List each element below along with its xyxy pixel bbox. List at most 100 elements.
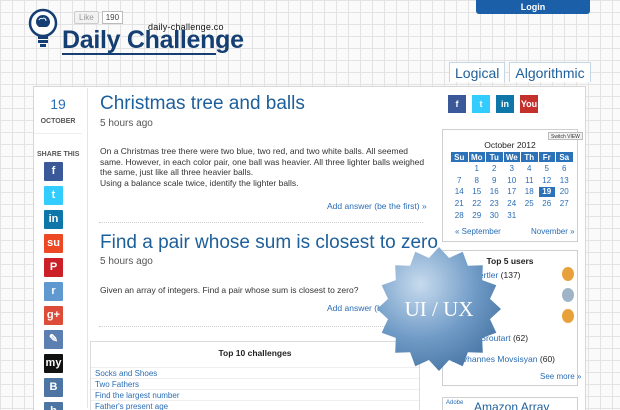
user-score: (137) [500, 270, 521, 280]
post-title-christmas[interactable]: Christmas tree and balls [100, 93, 305, 115]
calendar-day[interactable]: 10 [502, 173, 521, 187]
like-button[interactable]: Like [74, 11, 99, 24]
tab-logical[interactable]: Logical [449, 62, 506, 82]
calendar-title: October 2012 [484, 140, 536, 150]
date-badge: 19 OCTOBER [34, 88, 82, 134]
calendar-day[interactable]: 1 [467, 162, 486, 175]
post-time: 5 hours ago [100, 256, 153, 267]
post-body: On a Christmas tree there were two blue,… [100, 146, 425, 188]
tab-algorithmic[interactable]: Algorithmic [509, 62, 591, 82]
calendar-day[interactable]: 5 [537, 162, 556, 175]
calendar-day[interactable]: 22 [467, 197, 486, 211]
like-count: 190 [101, 11, 124, 24]
badge-text: UI / UX [405, 297, 474, 321]
medal-icon [562, 288, 574, 302]
challenge-link[interactable]: Father's present age [91, 400, 419, 410]
calendar-day[interactable]: 24 [502, 197, 521, 211]
calendar-day[interactable]: 31 [502, 209, 521, 222]
calendar-prev-month[interactable]: « September [455, 227, 501, 236]
weekday-header: Tu [485, 151, 504, 163]
medal-icon [562, 309, 574, 323]
add-answer-link[interactable]: Add answer (be the first) » [327, 201, 427, 211]
calendar-day[interactable]: 3 [502, 162, 521, 175]
calendar-day[interactable]: 17 [502, 185, 521, 199]
linkedin-icon[interactable]: in [44, 210, 63, 229]
linkedin-icon[interactable]: in [496, 95, 514, 113]
calendar-day[interactable]: 21 [450, 197, 469, 211]
ui-ux-badge: UI / UX [377, 247, 501, 371]
top-10-challenges: Top 10 challenges Socks and Shoes Two Fa… [90, 341, 420, 410]
weekday-header: We [502, 151, 521, 163]
challenge-link[interactable]: Find the largest number [91, 389, 419, 400]
site-title[interactable]: Daily Challenge [62, 26, 244, 55]
blogger-icon[interactable]: b [44, 402, 63, 410]
calendar-next-month[interactable]: November » [531, 227, 575, 236]
switch-view-button[interactable]: Switch VIEW [548, 132, 583, 140]
calendar-day[interactable]: 15 [467, 185, 486, 199]
column-divider [87, 88, 88, 408]
calendar-day[interactable]: 9 [485, 173, 504, 187]
top-10-title: Top 10 challenges [218, 348, 292, 358]
weekday-header: Sa [555, 151, 574, 163]
calendar-day[interactable]: 13 [555, 173, 574, 187]
twitter-icon[interactable]: t [44, 186, 63, 205]
stumbleupon-icon[interactable]: su [44, 234, 63, 253]
pinterest-icon[interactable]: P [44, 258, 63, 277]
post-time: 5 hours ago [100, 118, 153, 129]
amazon-label: Adobe [446, 400, 464, 406]
twitter-icon[interactable]: t [472, 95, 490, 113]
challenge-link[interactable]: Socks and Shoes [91, 367, 419, 378]
weekday-header: Su [450, 151, 469, 163]
vkontakte-icon[interactable]: B [44, 378, 63, 397]
lightbulb-brain-logo-icon [28, 8, 58, 47]
calendar-day[interactable]: 25 [520, 197, 539, 211]
calendar-day[interactable]: 23 [485, 197, 504, 211]
category-tabs: Logical Algorithmic [449, 62, 591, 82]
calendar-day[interactable]: 27 [555, 197, 574, 211]
facebook-like-widget[interactable]: Like 190 [74, 11, 124, 24]
calendar-day[interactable]: 16 [485, 185, 504, 199]
title-underline [62, 53, 216, 55]
calendar-day[interactable]: 20 [555, 185, 574, 199]
post-divider [99, 326, 423, 327]
calendar-day[interactable]: 26 [537, 197, 556, 211]
calendar-day[interactable]: 11 [520, 173, 539, 187]
calendar-day[interactable]: 6 [555, 162, 574, 175]
facebook-icon[interactable]: f [44, 162, 63, 181]
calendar-day [537, 209, 556, 222]
reddit-icon[interactable]: r [44, 282, 63, 301]
medal-icon [562, 267, 574, 281]
facebook-icon[interactable]: f [448, 95, 466, 113]
date-day: 19 [50, 96, 66, 112]
amazon-title[interactable]: Amazon Array [474, 400, 549, 410]
weekday-header: Fr [537, 151, 556, 163]
user-score: (60) [539, 354, 556, 364]
calendar-day[interactable]: 29 [467, 209, 486, 222]
see-more-link[interactable]: See more » [540, 372, 581, 381]
youtube-icon[interactable]: You [520, 95, 538, 113]
calendar-day[interactable]: 2 [485, 162, 504, 175]
calendar-day[interactable]: 4 [520, 162, 539, 175]
post-divider [99, 222, 423, 223]
user-score: (62) [512, 333, 529, 343]
login-button[interactable]: Login [476, 0, 590, 14]
calendar-day[interactable]: 18 [520, 185, 539, 199]
weekday-header: Mo [467, 151, 486, 163]
calendar-day [555, 209, 574, 222]
attachment-icon[interactable]: ✎ [44, 330, 63, 349]
calendar-day[interactable]: 8 [467, 173, 486, 187]
calendar-grid: Su Mo Tu We Th Fr Sa 1 2 3 4 5 6 7 8 9 10 11 12 13 14 15 16 17 1… [450, 151, 574, 222]
challenge-link[interactable]: Two Fathers [91, 378, 419, 389]
calendar-day [450, 162, 469, 175]
date-month: OCTOBER [40, 118, 76, 125]
weekday-header: Th [520, 151, 539, 163]
calendar-day[interactable]: 19 [537, 185, 556, 199]
share-label: SHARE THIS [37, 151, 80, 158]
calendar-day[interactable]: 7 [450, 173, 469, 187]
googleplus-icon[interactable]: g+ [44, 306, 63, 325]
calendar-day[interactable]: 12 [537, 173, 556, 187]
myspace-icon[interactable]: my [44, 354, 63, 373]
calendar-day[interactable]: 14 [450, 185, 469, 199]
calendar-day[interactable]: 28 [450, 209, 469, 222]
calendar-day[interactable]: 30 [485, 209, 504, 222]
